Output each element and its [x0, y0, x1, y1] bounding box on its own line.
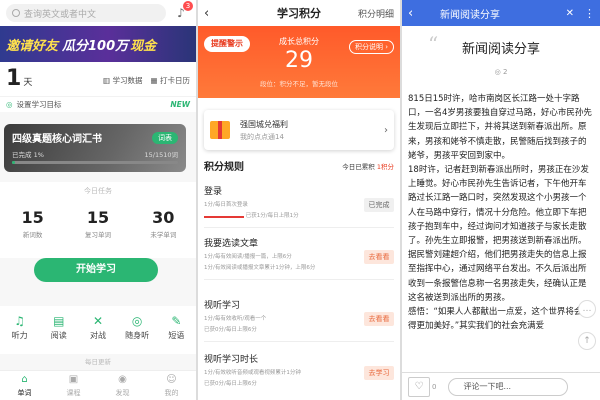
points-header: ‹ 学习积分 积分明细 [198, 0, 400, 26]
top-bar: 查询英文或者中文 ♪ 3 [0, 0, 196, 26]
rule-action-button[interactable]: 去看看 [364, 312, 394, 326]
daily-update-label: 每日更新 [85, 358, 111, 366]
like-icon[interactable]: ♡ [408, 376, 430, 397]
pen-icon: ✎ [171, 314, 182, 328]
rule-item: 视听学习时长 1分/有效收听音频或观看视频累计1分钟 已获0分/每日上限6分 去… [204, 348, 394, 396]
discover-icon: ◉ [118, 373, 127, 385]
stat-review-words: 15 复习单词 [84, 208, 111, 239]
invite-banner[interactable]: 邀请好友 瓜分100万 现金 [0, 26, 196, 62]
comment-input[interactable]: 评论一下吧... [448, 377, 569, 396]
rules-header: 积分规则 今日已累积 1积分 [204, 162, 394, 173]
article-title: “ 新闻阅读分享 [428, 32, 540, 57]
start-study-button[interactable]: 开始学习 [34, 258, 158, 282]
rule-action-button[interactable]: 已完成 [364, 198, 394, 212]
stat-unlearned-words: 30 未学单词 [150, 208, 177, 239]
book-icon: ▤ [53, 314, 65, 328]
back-arrow-icon[interactable]: ‹ [408, 6, 424, 21]
tool-listening[interactable]: ♫ 听力 [4, 312, 36, 354]
rule-item: 我要选读文章 1分/每有效阅读/播报一篇，上限6分 1分/有效阅读或播报文章累计… [204, 232, 394, 280]
comment-float-icon[interactable]: … [578, 300, 596, 318]
points-panel: ‹ 学习积分 积分明细 提醒警示 成长总积分 29 段位：积分不足，暂无段位 积… [198, 0, 400, 400]
headphone-icon: ♫ [14, 314, 25, 328]
search-icon [12, 9, 20, 17]
rule-action-button[interactable]: 去学习 [364, 366, 394, 380]
rule-action-button[interactable]: 去看看 [364, 250, 394, 264]
chevron-right-icon: › [384, 124, 388, 136]
quote-icon: “ [428, 32, 439, 56]
tool-battle[interactable]: ✕ 对战 [82, 312, 114, 354]
home-icon: ⌂ [21, 373, 28, 385]
sword-icon: ✕ [92, 314, 103, 328]
rule-item: 视听学习 1分/每有效收听/观看一个 已获0分/每日上限6分 去看看 [204, 294, 394, 342]
streak-row: 1 天 ▥ 学习数据 ▦ 打卡日历 [0, 62, 196, 96]
scroll-top-icon[interactable]: ↑ [578, 332, 596, 350]
streak-days: 1 [6, 66, 22, 91]
more-icon[interactable]: ⋮ [584, 7, 595, 20]
search-input[interactable]: 查询英文或者中文 [6, 4, 166, 22]
rule-item: 登录 1分/每日首次登录 已获1分/每日上限1分 已完成 [204, 180, 394, 228]
stat-new-words: 15 新词数 [21, 208, 44, 239]
news-panel: ‹ 新闻阅读分享 ✕ ⋮ “ 新闻阅读分享 ◎ 2 815日15时许，哈市南岗区… [402, 0, 600, 400]
course-icon: ▣ [68, 373, 79, 385]
bottom-nav: ⌂ 单词 ▣ 课程 ◉ 发现 ☺ 我的 [0, 370, 196, 400]
listen-icon: ◎ [131, 314, 143, 328]
score-banner: 提醒警示 成长总积分 29 段位：积分不足，暂无段位 积分说明 › [198, 26, 400, 98]
nav-words[interactable]: ⌂ 单词 [9, 374, 41, 398]
points-detail-link[interactable]: 积分明细 [358, 7, 394, 20]
tool-grid: ♫ 听力 ▤ 阅读 ✕ 对战 ◎ 随身听 ✎ 短语 [0, 306, 196, 354]
wordbook-progress-bar [12, 161, 178, 164]
study-data-link[interactable]: ▥ 学习数据 [103, 75, 142, 86]
tool-listen-anywhere[interactable]: ◎ 随身听 [121, 312, 153, 354]
view-count: ◎ 2 [494, 68, 508, 76]
today-tasks: 今日任务 15 新词数 15 复习单词 30 未学单词 [0, 182, 196, 258]
article-body: 815日15时许，哈市南岗区长江路一处十字路口，一名4岁男孩要独自穿过马路，好心… [408, 94, 592, 332]
gift-icon [210, 121, 230, 139]
tool-phrases[interactable]: ✎ 短语 [160, 312, 192, 354]
vocab-app-panel: 查询英文或者中文 ♪ 3 邀请好友 瓜分100万 现金 1 天 ▥ 学习数据 ▦ … [0, 0, 196, 400]
notification-badge: 3 [183, 1, 193, 11]
nav-courses[interactable]: ▣ 课程 [58, 374, 90, 398]
nav-me[interactable]: ☺ 我的 [156, 374, 188, 398]
bell-icon[interactable]: ♪ 3 [172, 1, 193, 22]
like-count: 0 [432, 382, 437, 391]
close-icon[interactable]: ✕ [566, 8, 574, 19]
target-icon: ◎ [6, 100, 13, 109]
tool-reading[interactable]: ▤ 阅读 [43, 312, 75, 354]
new-badge: NEW [170, 100, 190, 109]
comment-bar: ♡ 0 评论一下吧... [402, 372, 600, 400]
points-explain-button[interactable]: 积分说明 › [348, 40, 394, 54]
wordbook-card[interactable]: 四级真题核心词汇书 词表 已完成 1% 15/1510词 [4, 124, 186, 172]
news-header: ‹ 新闻阅读分享 ✕ ⋮ [402, 0, 600, 26]
wordlist-button[interactable]: 词表 [152, 132, 178, 144]
user-icon: ☺ [166, 373, 177, 385]
checkin-calendar-link[interactable]: ▦ 打卡日历 [151, 75, 190, 86]
set-goal-row[interactable]: ◎ 设置学习目标 NEW [0, 96, 196, 112]
nav-discover[interactable]: ◉ 发现 [107, 374, 139, 398]
county-welfare-card[interactable]: 强国城兑福利 我的点点通14 › [204, 110, 394, 150]
